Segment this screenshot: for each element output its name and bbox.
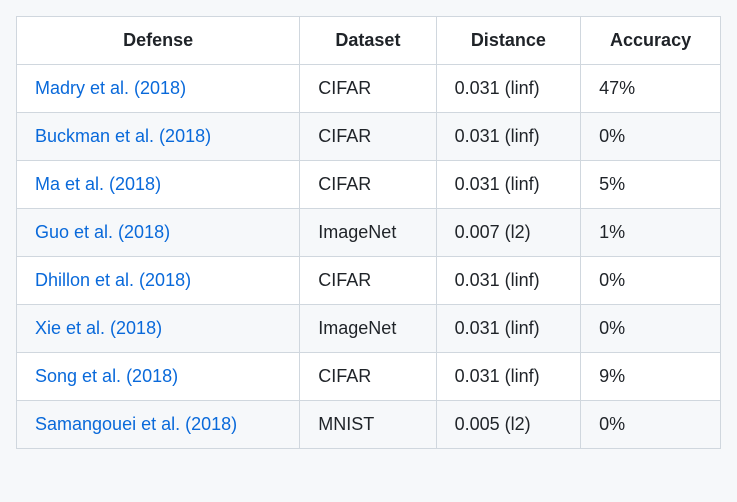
table-row: Madry et al. (2018) CIFAR 0.031 (linf) 4… — [17, 65, 721, 113]
cell-accuracy: 0% — [581, 401, 721, 449]
table-header-row: Defense Dataset Distance Accuracy — [17, 17, 721, 65]
cell-dataset: MNIST — [300, 401, 436, 449]
table-row: Guo et al. (2018) ImageNet 0.007 (l2) 1% — [17, 209, 721, 257]
table-row: Ma et al. (2018) CIFAR 0.031 (linf) 5% — [17, 161, 721, 209]
cell-accuracy: 5% — [581, 161, 721, 209]
table-container: Defense Dataset Distance Accuracy Madry … — [0, 0, 737, 465]
col-header-defense: Defense — [17, 17, 300, 65]
table-row: Buckman et al. (2018) CIFAR 0.031 (linf)… — [17, 113, 721, 161]
cell-accuracy: 0% — [581, 257, 721, 305]
cell-distance: 0.031 (linf) — [436, 305, 581, 353]
defense-link[interactable]: Guo et al. (2018) — [35, 222, 170, 242]
table-row: Song et al. (2018) CIFAR 0.031 (linf) 9% — [17, 353, 721, 401]
cell-distance: 0.031 (linf) — [436, 161, 581, 209]
cell-distance: 0.031 (linf) — [436, 65, 581, 113]
cell-dataset: ImageNet — [300, 209, 436, 257]
cell-dataset: CIFAR — [300, 161, 436, 209]
col-header-dataset: Dataset — [300, 17, 436, 65]
cell-distance: 0.031 (linf) — [436, 353, 581, 401]
cell-dataset: CIFAR — [300, 65, 436, 113]
cell-accuracy: 0% — [581, 305, 721, 353]
cell-distance: 0.007 (l2) — [436, 209, 581, 257]
cell-defense: Buckman et al. (2018) — [17, 113, 300, 161]
defense-link[interactable]: Song et al. (2018) — [35, 366, 178, 386]
cell-accuracy: 0% — [581, 113, 721, 161]
cell-defense: Xie et al. (2018) — [17, 305, 300, 353]
cell-defense: Dhillon et al. (2018) — [17, 257, 300, 305]
cell-dataset: ImageNet — [300, 305, 436, 353]
cell-defense: Ma et al. (2018) — [17, 161, 300, 209]
cell-dataset: CIFAR — [300, 353, 436, 401]
defense-link[interactable]: Samangouei et al. (2018) — [35, 414, 237, 434]
table-row: Xie et al. (2018) ImageNet 0.031 (linf) … — [17, 305, 721, 353]
cell-distance: 0.031 (linf) — [436, 113, 581, 161]
cell-dataset: CIFAR — [300, 257, 436, 305]
cell-distance: 0.031 (linf) — [436, 257, 581, 305]
cell-accuracy: 1% — [581, 209, 721, 257]
col-header-distance: Distance — [436, 17, 581, 65]
cell-defense: Samangouei et al. (2018) — [17, 401, 300, 449]
defense-link[interactable]: Ma et al. (2018) — [35, 174, 161, 194]
cell-defense: Song et al. (2018) — [17, 353, 300, 401]
table-row: Dhillon et al. (2018) CIFAR 0.031 (linf)… — [17, 257, 721, 305]
cell-dataset: CIFAR — [300, 113, 436, 161]
cell-defense: Madry et al. (2018) — [17, 65, 300, 113]
table-row: Samangouei et al. (2018) MNIST 0.005 (l2… — [17, 401, 721, 449]
cell-distance: 0.005 (l2) — [436, 401, 581, 449]
cell-accuracy: 9% — [581, 353, 721, 401]
defense-link[interactable]: Buckman et al. (2018) — [35, 126, 211, 146]
defense-link[interactable]: Xie et al. (2018) — [35, 318, 162, 338]
defenses-table: Defense Dataset Distance Accuracy Madry … — [16, 16, 721, 449]
defense-link[interactable]: Dhillon et al. (2018) — [35, 270, 191, 290]
cell-accuracy: 47% — [581, 65, 721, 113]
defense-link[interactable]: Madry et al. (2018) — [35, 78, 186, 98]
col-header-accuracy: Accuracy — [581, 17, 721, 65]
cell-defense: Guo et al. (2018) — [17, 209, 300, 257]
